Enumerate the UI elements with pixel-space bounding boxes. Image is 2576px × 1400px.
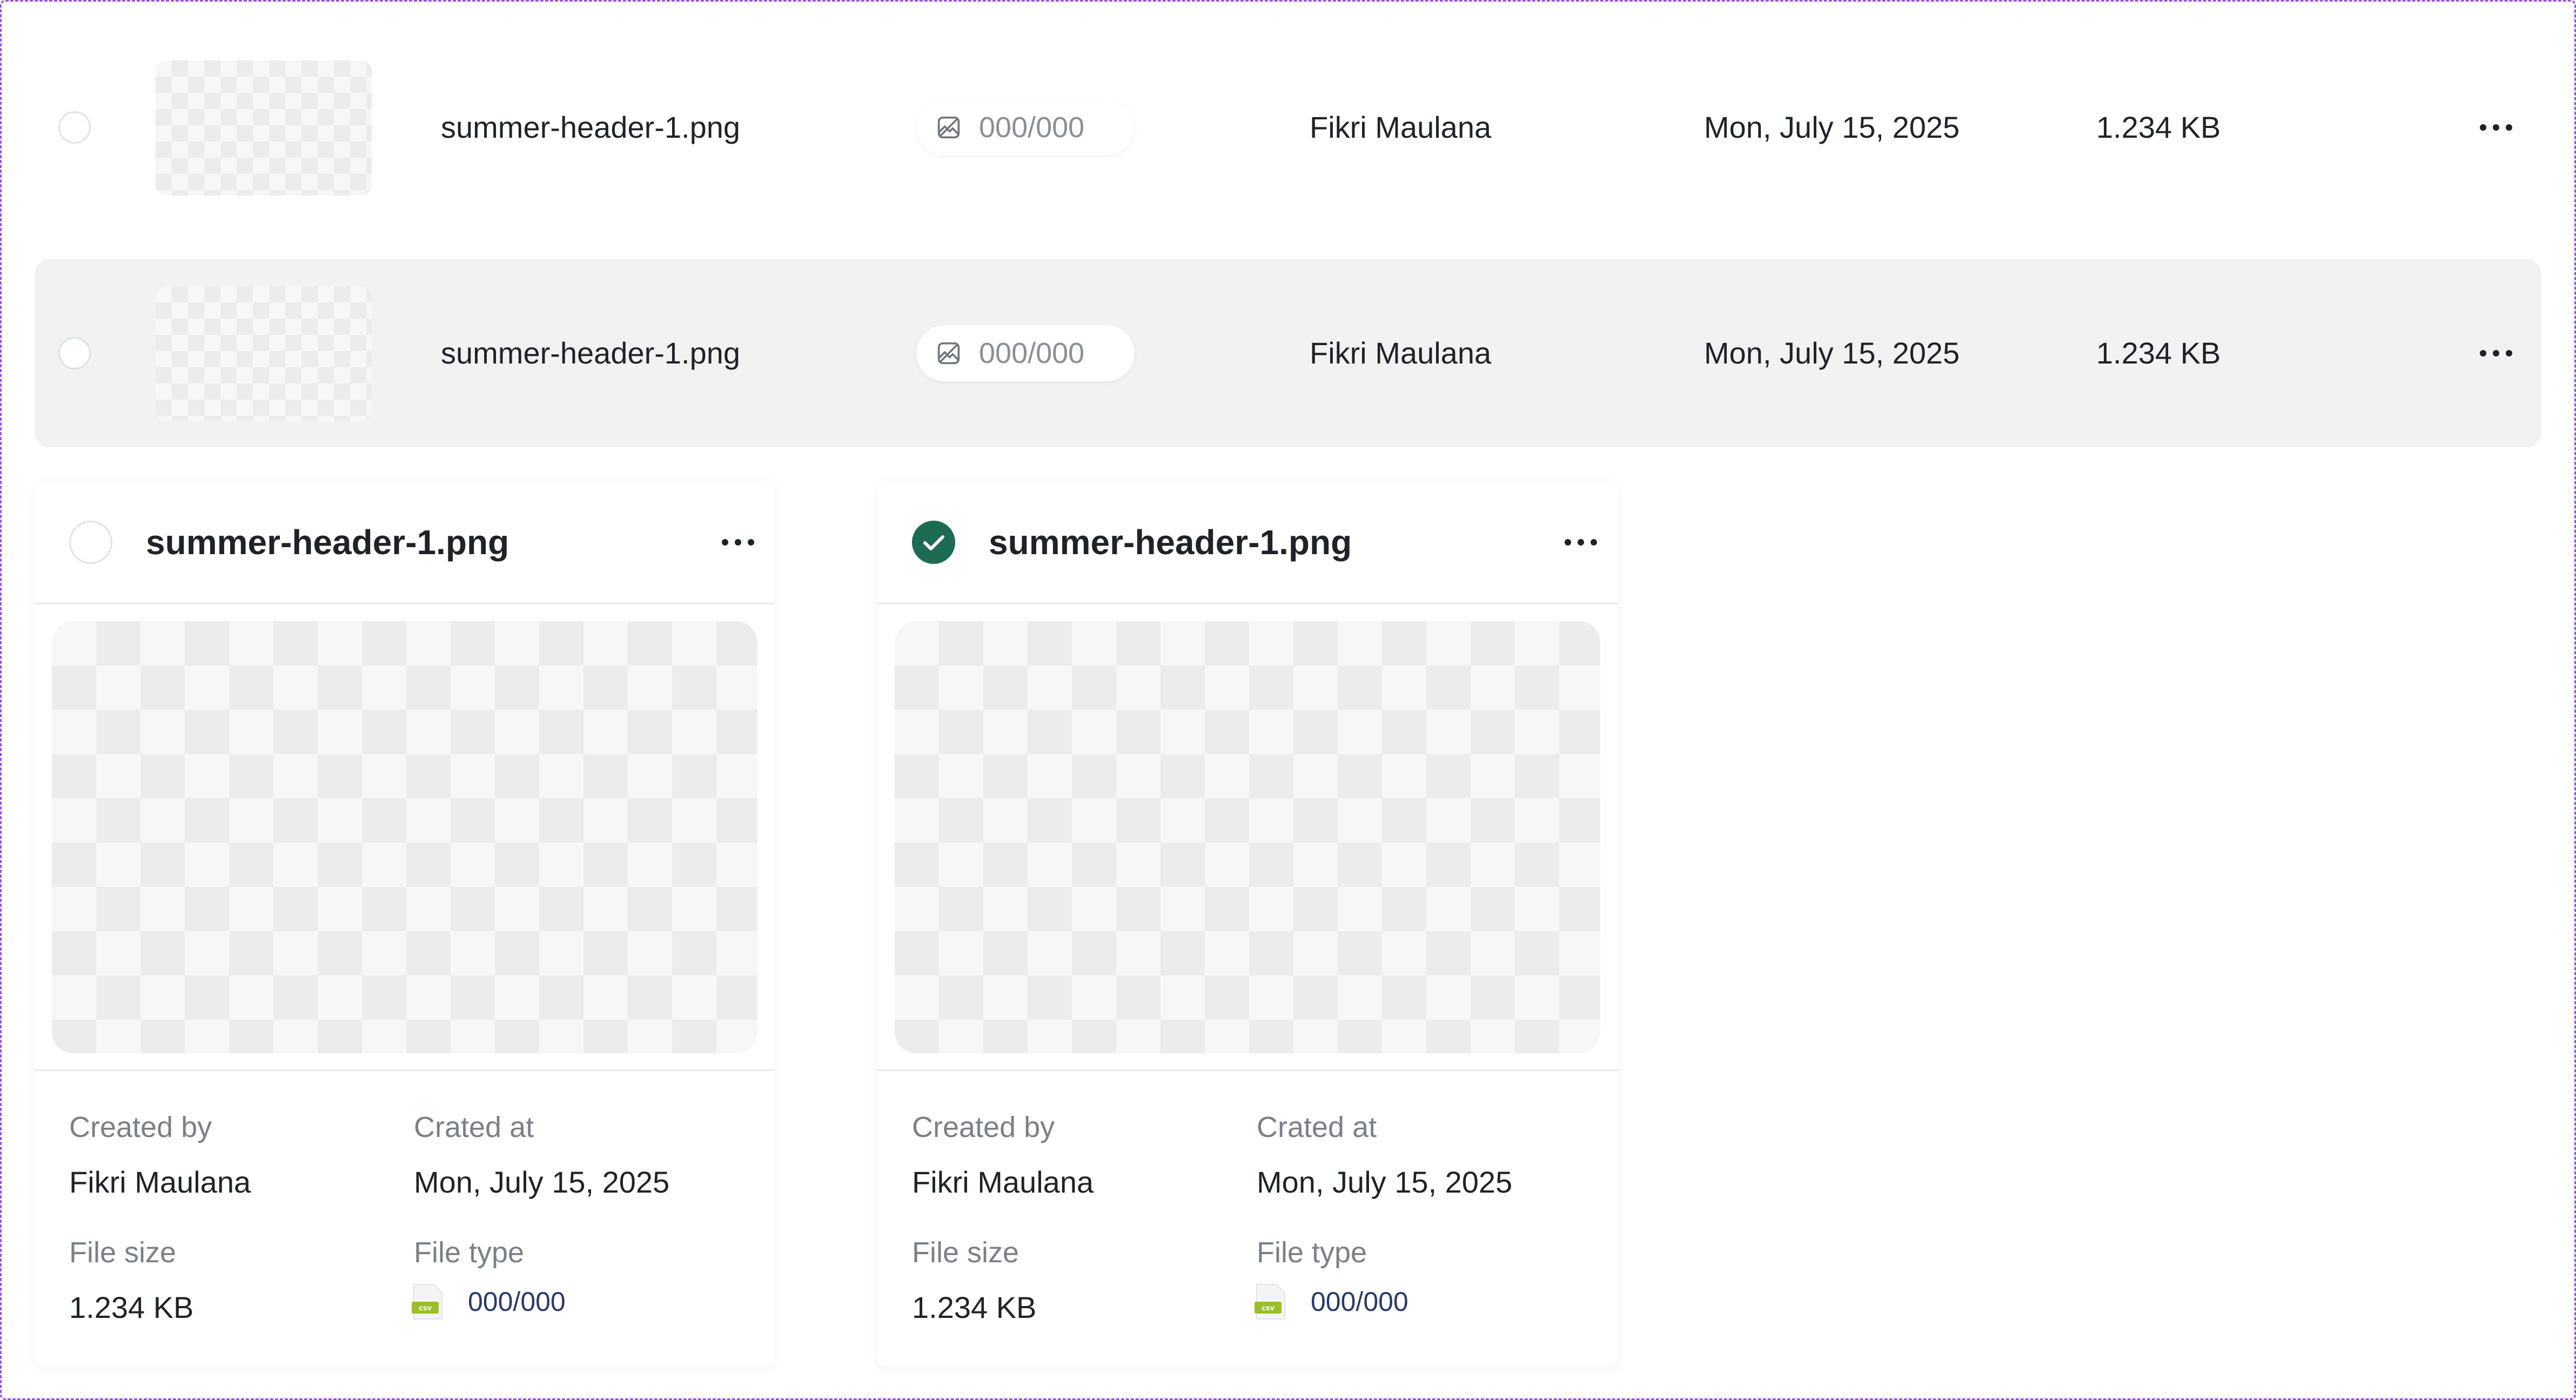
created-at-value: Mon, July 15, 2025 bbox=[1257, 1165, 1513, 1199]
divider bbox=[877, 603, 1618, 604]
more-options-icon[interactable] bbox=[1559, 526, 1602, 558]
file-type-text: 000/000 bbox=[1311, 1287, 1408, 1317]
file-name[interactable]: summer-header-1.png bbox=[441, 33, 740, 221]
image-preview bbox=[52, 621, 757, 1053]
created-at-value: Mon, July 15, 2025 bbox=[414, 1165, 670, 1199]
csv-file-icon: csv bbox=[1255, 1284, 1285, 1320]
divider bbox=[877, 1069, 1618, 1071]
file-type-text: 000/000 bbox=[468, 1287, 566, 1317]
dimensions-badge: 000/000 bbox=[916, 99, 1135, 156]
created-at-label: Crated at bbox=[414, 1111, 534, 1143]
image-off-icon bbox=[937, 342, 960, 365]
svg-text:csv: csv bbox=[419, 1304, 432, 1312]
file-row[interactable]: summer-header-1.png 000/000 Fikri Maulan… bbox=[35, 33, 2541, 221]
file-size-value: 1.234 KB bbox=[69, 1290, 194, 1324]
file-card[interactable]: summer-header-1.png Created by Fikri Mau… bbox=[877, 481, 1618, 1367]
dimensions-badge: 000/000 bbox=[916, 325, 1135, 381]
created-by-value: Fikri Maulana bbox=[912, 1165, 1094, 1199]
created-by-value: Fikri Maulana bbox=[69, 1165, 251, 1199]
file-size-label: File size bbox=[912, 1236, 1019, 1269]
dimensions-text: 000/000 bbox=[979, 337, 1085, 369]
created-by: Fikri Maulana bbox=[1310, 110, 1492, 144]
image-thumbnail bbox=[156, 286, 372, 421]
file-size-value: 1.234 KB bbox=[912, 1290, 1037, 1324]
file-card[interactable]: summer-header-1.png Created by Fikri Mau… bbox=[35, 481, 775, 1367]
card-file-name[interactable]: summer-header-1.png bbox=[146, 521, 509, 564]
card-file-name[interactable]: summer-header-1.png bbox=[989, 521, 1352, 564]
created-by-label: Created by bbox=[69, 1111, 212, 1143]
created-at: Mon, July 15, 2025 bbox=[1704, 110, 1960, 144]
dimensions-text: 000/000 bbox=[979, 111, 1085, 144]
file-size-label: File size bbox=[69, 1236, 177, 1269]
file-type-label: File type bbox=[414, 1236, 525, 1269]
more-options-icon[interactable] bbox=[716, 526, 760, 558]
image-thumbnail bbox=[156, 60, 372, 196]
image-preview bbox=[895, 621, 1600, 1053]
divider bbox=[35, 1069, 775, 1071]
divider bbox=[35, 603, 775, 604]
csv-file-icon: csv bbox=[412, 1284, 442, 1320]
selected-check-icon[interactable] bbox=[912, 521, 955, 564]
row-select-radio[interactable] bbox=[58, 111, 91, 144]
file-size: 1.234 KB bbox=[2096, 110, 2221, 144]
card-select-radio[interactable] bbox=[69, 521, 112, 564]
row-select-radio[interactable] bbox=[58, 337, 91, 369]
more-options-icon[interactable] bbox=[2474, 337, 2518, 369]
created-at-label: Crated at bbox=[1257, 1111, 1377, 1143]
more-options-icon[interactable] bbox=[2474, 111, 2518, 144]
created-by-label: Created by bbox=[912, 1111, 1055, 1143]
file-type-label: File type bbox=[1257, 1236, 1367, 1269]
image-off-icon bbox=[937, 116, 960, 139]
created-at: Mon, July 15, 2025 bbox=[1704, 336, 1960, 370]
file-size: 1.234 KB bbox=[2096, 336, 2221, 370]
created-by: Fikri Maulana bbox=[1310, 336, 1492, 370]
svg-text:csv: csv bbox=[1262, 1304, 1274, 1312]
file-name[interactable]: summer-header-1.png bbox=[441, 259, 740, 447]
file-row[interactable]: summer-header-1.png 000/000 Fikri Maulan… bbox=[35, 259, 2541, 447]
